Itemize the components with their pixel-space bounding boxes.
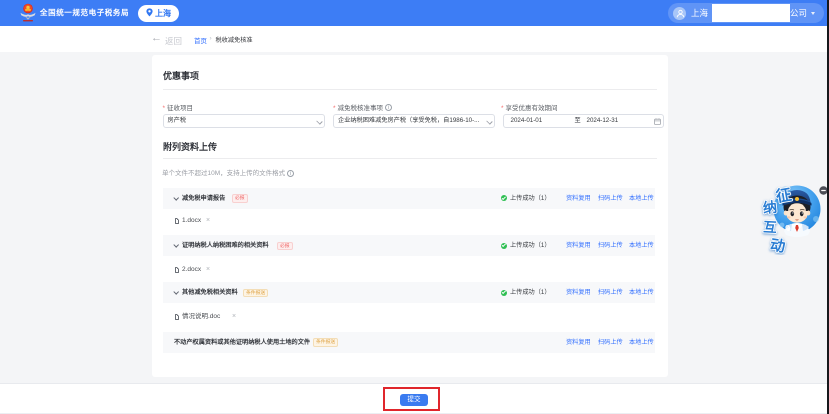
svg-text:互: 互 bbox=[763, 220, 778, 236]
svg-text:动: 动 bbox=[769, 236, 787, 255]
svg-text:纳: 纳 bbox=[762, 199, 778, 216]
